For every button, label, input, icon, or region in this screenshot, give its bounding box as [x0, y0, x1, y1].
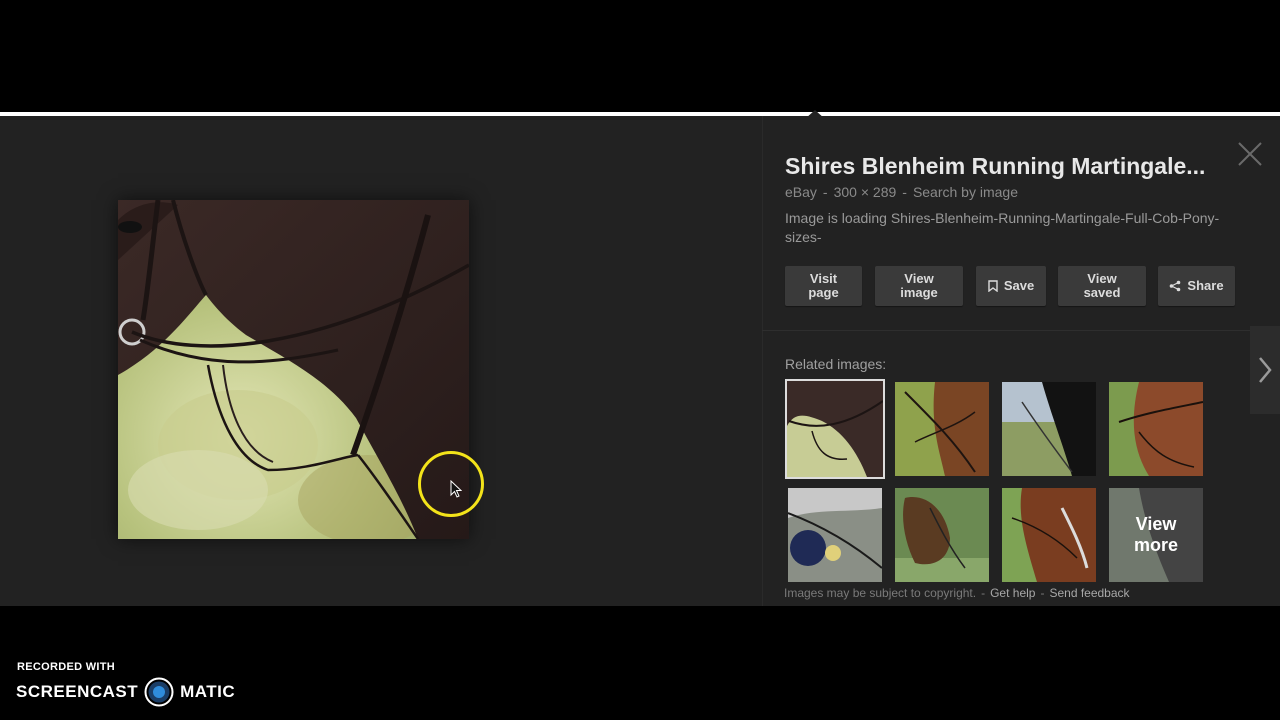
copyright-notice: Images may be subject to copyright. — [784, 586, 977, 600]
image-meta: eBay -300 × 289- Search by image — [785, 184, 1018, 200]
image-description: Image is loading Shires-Blenheim-Running… — [785, 210, 1220, 245]
view-image-button[interactable]: View image — [875, 266, 963, 306]
related-image-thumbnail[interactable] — [787, 487, 883, 583]
related-image-thumbnail[interactable] — [1001, 487, 1097, 583]
screencast-logo-icon — [144, 677, 174, 707]
view-more-label: View more — [1109, 488, 1203, 582]
view-saved-label: View saved — [1083, 271, 1121, 300]
related-image-thumbnail[interactable] — [1108, 381, 1204, 477]
visit-page-button[interactable]: Visit page — [785, 266, 862, 306]
recorded-with-label: RECORDED WITH — [17, 661, 116, 673]
related-image-thumbnail[interactable] — [894, 487, 990, 583]
view-saved-button[interactable]: View saved — [1058, 266, 1146, 306]
view-image-label: View image — [900, 271, 938, 300]
get-help-link[interactable]: Get help — [990, 586, 1035, 600]
next-image-button[interactable] — [1250, 326, 1280, 414]
related-image-thumbnail[interactable] — [785, 379, 885, 479]
share-button[interactable]: Share — [1158, 266, 1235, 306]
view-more-tile[interactable]: View more — [1108, 487, 1204, 583]
source-site[interactable]: eBay — [785, 184, 817, 200]
save-label: Save — [1003, 278, 1035, 293]
section-divider — [762, 330, 1252, 331]
search-by-image-link[interactable]: Search by image — [913, 184, 1018, 200]
brand-left: SCREENCAST — [16, 682, 139, 701]
screencast-watermark: SCREENCAST MATIC — [16, 676, 235, 708]
brand-right: MATIC — [180, 682, 236, 701]
visit-page-label: Visit page — [808, 271, 839, 300]
share-label: Share — [1187, 278, 1224, 293]
footer-links: Images may be subject to copyright. - Get … — [784, 586, 1130, 600]
send-feedback-link[interactable]: Send feedback — [1049, 586, 1129, 600]
image-title[interactable]: Shires Blenheim Running Martingale... — [785, 153, 1235, 180]
related-images-label: Related images: — [785, 356, 887, 372]
chevron-right-icon — [1259, 357, 1272, 383]
close-icon — [1238, 142, 1262, 166]
close-button[interactable] — [1236, 140, 1264, 168]
preview-image[interactable] — [118, 200, 469, 539]
related-image-thumbnail[interactable] — [894, 381, 990, 477]
image-dimensions: 300 × 289 — [833, 184, 897, 200]
bookmark-icon — [988, 280, 998, 292]
share-icon — [1169, 280, 1181, 292]
related-image-thumbnail[interactable] — [1001, 381, 1097, 477]
save-button[interactable]: Save — [976, 266, 1046, 306]
mouse-cursor-icon — [450, 479, 463, 498]
